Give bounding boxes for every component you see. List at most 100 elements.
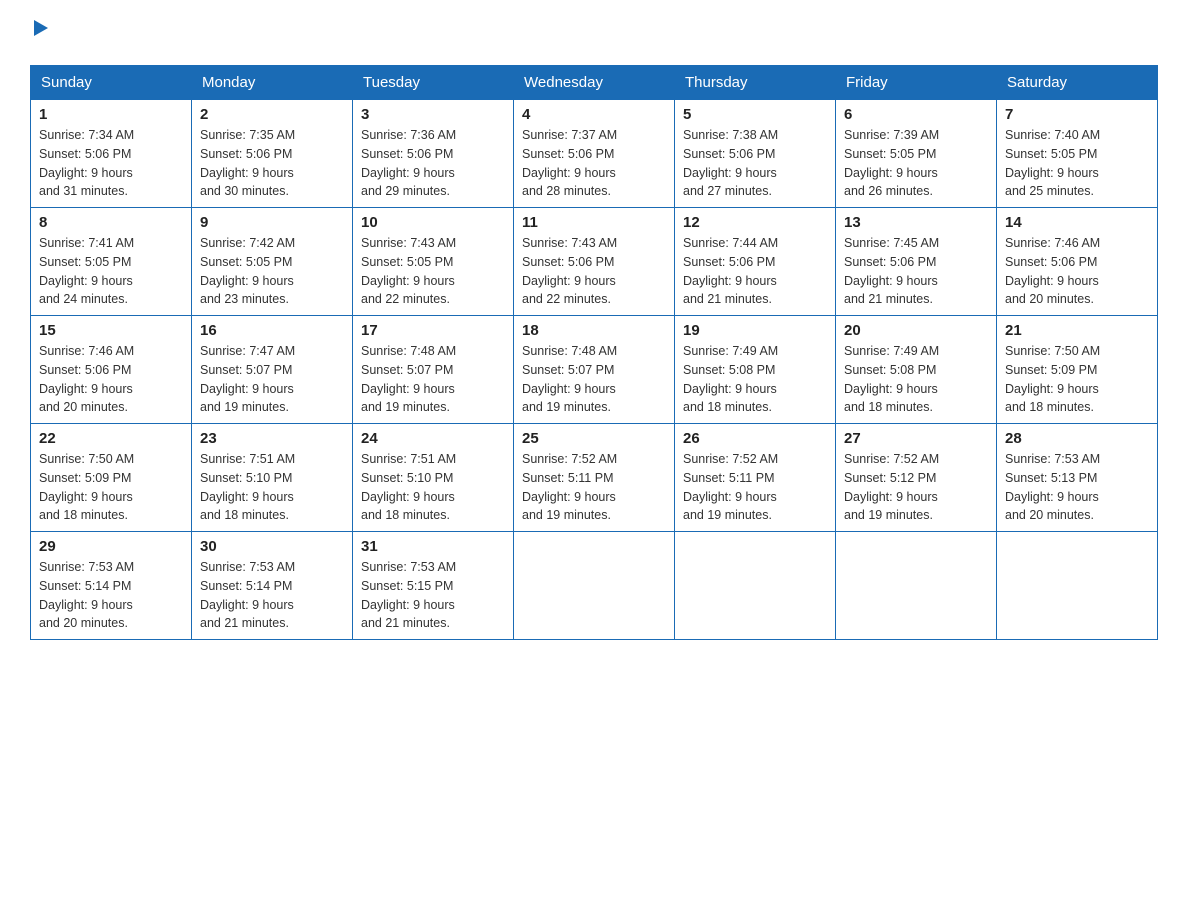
calendar-cell [997, 532, 1158, 640]
day-number: 25 [522, 430, 666, 447]
calendar-cell: 8 Sunrise: 7:41 AM Sunset: 5:05 PM Dayli… [31, 208, 192, 316]
day-number: 10 [361, 214, 505, 231]
calendar-cell: 26 Sunrise: 7:52 AM Sunset: 5:11 PM Dayl… [675, 424, 836, 532]
day-number: 16 [200, 322, 344, 339]
header-friday: Friday [836, 66, 997, 100]
calendar-cell: 2 Sunrise: 7:35 AM Sunset: 5:06 PM Dayli… [192, 100, 353, 208]
calendar-table: SundayMondayTuesdayWednesdayThursdayFrid… [30, 65, 1158, 640]
day-info: Sunrise: 7:36 AM Sunset: 5:06 PM Dayligh… [361, 126, 505, 201]
day-number: 1 [39, 106, 183, 123]
day-info: Sunrise: 7:39 AM Sunset: 5:05 PM Dayligh… [844, 126, 988, 201]
day-number: 3 [361, 106, 505, 123]
day-info: Sunrise: 7:46 AM Sunset: 5:06 PM Dayligh… [39, 342, 183, 417]
day-info: Sunrise: 7:50 AM Sunset: 5:09 PM Dayligh… [39, 450, 183, 525]
day-number: 14 [1005, 214, 1149, 231]
day-info: Sunrise: 7:35 AM Sunset: 5:06 PM Dayligh… [200, 126, 344, 201]
calendar-cell: 20 Sunrise: 7:49 AM Sunset: 5:08 PM Dayl… [836, 316, 997, 424]
day-number: 29 [39, 538, 183, 555]
day-number: 11 [522, 214, 666, 231]
calendar-week-row: 29 Sunrise: 7:53 AM Sunset: 5:14 PM Dayl… [31, 532, 1158, 640]
calendar-cell: 19 Sunrise: 7:49 AM Sunset: 5:08 PM Dayl… [675, 316, 836, 424]
calendar-cell: 25 Sunrise: 7:52 AM Sunset: 5:11 PM Dayl… [514, 424, 675, 532]
header-monday: Monday [192, 66, 353, 100]
day-info: Sunrise: 7:48 AM Sunset: 5:07 PM Dayligh… [522, 342, 666, 417]
day-number: 5 [683, 106, 827, 123]
day-info: Sunrise: 7:46 AM Sunset: 5:06 PM Dayligh… [1005, 234, 1149, 309]
day-info: Sunrise: 7:48 AM Sunset: 5:07 PM Dayligh… [361, 342, 505, 417]
calendar-cell: 14 Sunrise: 7:46 AM Sunset: 5:06 PM Dayl… [997, 208, 1158, 316]
calendar-cell: 23 Sunrise: 7:51 AM Sunset: 5:10 PM Dayl… [192, 424, 353, 532]
day-info: Sunrise: 7:43 AM Sunset: 5:06 PM Dayligh… [522, 234, 666, 309]
day-number: 19 [683, 322, 827, 339]
calendar-cell [836, 532, 997, 640]
calendar-week-row: 22 Sunrise: 7:50 AM Sunset: 5:09 PM Dayl… [31, 424, 1158, 532]
calendar-cell: 10 Sunrise: 7:43 AM Sunset: 5:05 PM Dayl… [353, 208, 514, 316]
day-info: Sunrise: 7:38 AM Sunset: 5:06 PM Dayligh… [683, 126, 827, 201]
day-info: Sunrise: 7:53 AM Sunset: 5:15 PM Dayligh… [361, 558, 505, 633]
calendar-week-row: 8 Sunrise: 7:41 AM Sunset: 5:05 PM Dayli… [31, 208, 1158, 316]
day-number: 6 [844, 106, 988, 123]
day-number: 17 [361, 322, 505, 339]
calendar-cell: 1 Sunrise: 7:34 AM Sunset: 5:06 PM Dayli… [31, 100, 192, 208]
calendar-cell: 9 Sunrise: 7:42 AM Sunset: 5:05 PM Dayli… [192, 208, 353, 316]
day-number: 8 [39, 214, 183, 231]
calendar-cell: 24 Sunrise: 7:51 AM Sunset: 5:10 PM Dayl… [353, 424, 514, 532]
calendar-header-row: SundayMondayTuesdayWednesdayThursdayFrid… [31, 66, 1158, 100]
day-number: 13 [844, 214, 988, 231]
calendar-cell: 18 Sunrise: 7:48 AM Sunset: 5:07 PM Dayl… [514, 316, 675, 424]
day-number: 26 [683, 430, 827, 447]
day-info: Sunrise: 7:52 AM Sunset: 5:11 PM Dayligh… [683, 450, 827, 525]
day-number: 23 [200, 430, 344, 447]
calendar-cell: 13 Sunrise: 7:45 AM Sunset: 5:06 PM Dayl… [836, 208, 997, 316]
day-number: 20 [844, 322, 988, 339]
calendar-cell: 28 Sunrise: 7:53 AM Sunset: 5:13 PM Dayl… [997, 424, 1158, 532]
calendar-cell: 30 Sunrise: 7:53 AM Sunset: 5:14 PM Dayl… [192, 532, 353, 640]
day-info: Sunrise: 7:53 AM Sunset: 5:14 PM Dayligh… [39, 558, 183, 633]
calendar-cell: 4 Sunrise: 7:37 AM Sunset: 5:06 PM Dayli… [514, 100, 675, 208]
calendar-cell: 27 Sunrise: 7:52 AM Sunset: 5:12 PM Dayl… [836, 424, 997, 532]
day-info: Sunrise: 7:50 AM Sunset: 5:09 PM Dayligh… [1005, 342, 1149, 417]
calendar-cell [675, 532, 836, 640]
calendar-cell: 21 Sunrise: 7:50 AM Sunset: 5:09 PM Dayl… [997, 316, 1158, 424]
calendar-cell: 12 Sunrise: 7:44 AM Sunset: 5:06 PM Dayl… [675, 208, 836, 316]
day-info: Sunrise: 7:42 AM Sunset: 5:05 PM Dayligh… [200, 234, 344, 309]
day-info: Sunrise: 7:51 AM Sunset: 5:10 PM Dayligh… [200, 450, 344, 525]
calendar-cell: 11 Sunrise: 7:43 AM Sunset: 5:06 PM Dayl… [514, 208, 675, 316]
logo [30, 20, 50, 47]
day-info: Sunrise: 7:53 AM Sunset: 5:14 PM Dayligh… [200, 558, 344, 633]
calendar-cell: 3 Sunrise: 7:36 AM Sunset: 5:06 PM Dayli… [353, 100, 514, 208]
day-info: Sunrise: 7:40 AM Sunset: 5:05 PM Dayligh… [1005, 126, 1149, 201]
calendar-cell: 15 Sunrise: 7:46 AM Sunset: 5:06 PM Dayl… [31, 316, 192, 424]
header-saturday: Saturday [997, 66, 1158, 100]
day-info: Sunrise: 7:49 AM Sunset: 5:08 PM Dayligh… [683, 342, 827, 417]
day-info: Sunrise: 7:34 AM Sunset: 5:06 PM Dayligh… [39, 126, 183, 201]
header-thursday: Thursday [675, 66, 836, 100]
calendar-cell: 17 Sunrise: 7:48 AM Sunset: 5:07 PM Dayl… [353, 316, 514, 424]
day-info: Sunrise: 7:37 AM Sunset: 5:06 PM Dayligh… [522, 126, 666, 201]
page-header [30, 20, 1158, 47]
calendar-week-row: 15 Sunrise: 7:46 AM Sunset: 5:06 PM Dayl… [31, 316, 1158, 424]
day-number: 15 [39, 322, 183, 339]
day-number: 28 [1005, 430, 1149, 447]
day-info: Sunrise: 7:44 AM Sunset: 5:06 PM Dayligh… [683, 234, 827, 309]
day-number: 9 [200, 214, 344, 231]
calendar-cell [514, 532, 675, 640]
header-wednesday: Wednesday [514, 66, 675, 100]
day-number: 21 [1005, 322, 1149, 339]
calendar-week-row: 1 Sunrise: 7:34 AM Sunset: 5:06 PM Dayli… [31, 100, 1158, 208]
day-number: 22 [39, 430, 183, 447]
calendar-cell: 6 Sunrise: 7:39 AM Sunset: 5:05 PM Dayli… [836, 100, 997, 208]
day-info: Sunrise: 7:53 AM Sunset: 5:13 PM Dayligh… [1005, 450, 1149, 525]
calendar-cell: 7 Sunrise: 7:40 AM Sunset: 5:05 PM Dayli… [997, 100, 1158, 208]
day-info: Sunrise: 7:52 AM Sunset: 5:11 PM Dayligh… [522, 450, 666, 525]
day-number: 12 [683, 214, 827, 231]
day-info: Sunrise: 7:45 AM Sunset: 5:06 PM Dayligh… [844, 234, 988, 309]
day-number: 18 [522, 322, 666, 339]
day-number: 4 [522, 106, 666, 123]
day-info: Sunrise: 7:41 AM Sunset: 5:05 PM Dayligh… [39, 234, 183, 309]
day-info: Sunrise: 7:51 AM Sunset: 5:10 PM Dayligh… [361, 450, 505, 525]
calendar-cell: 16 Sunrise: 7:47 AM Sunset: 5:07 PM Dayl… [192, 316, 353, 424]
day-info: Sunrise: 7:47 AM Sunset: 5:07 PM Dayligh… [200, 342, 344, 417]
day-number: 7 [1005, 106, 1149, 123]
day-info: Sunrise: 7:43 AM Sunset: 5:05 PM Dayligh… [361, 234, 505, 309]
